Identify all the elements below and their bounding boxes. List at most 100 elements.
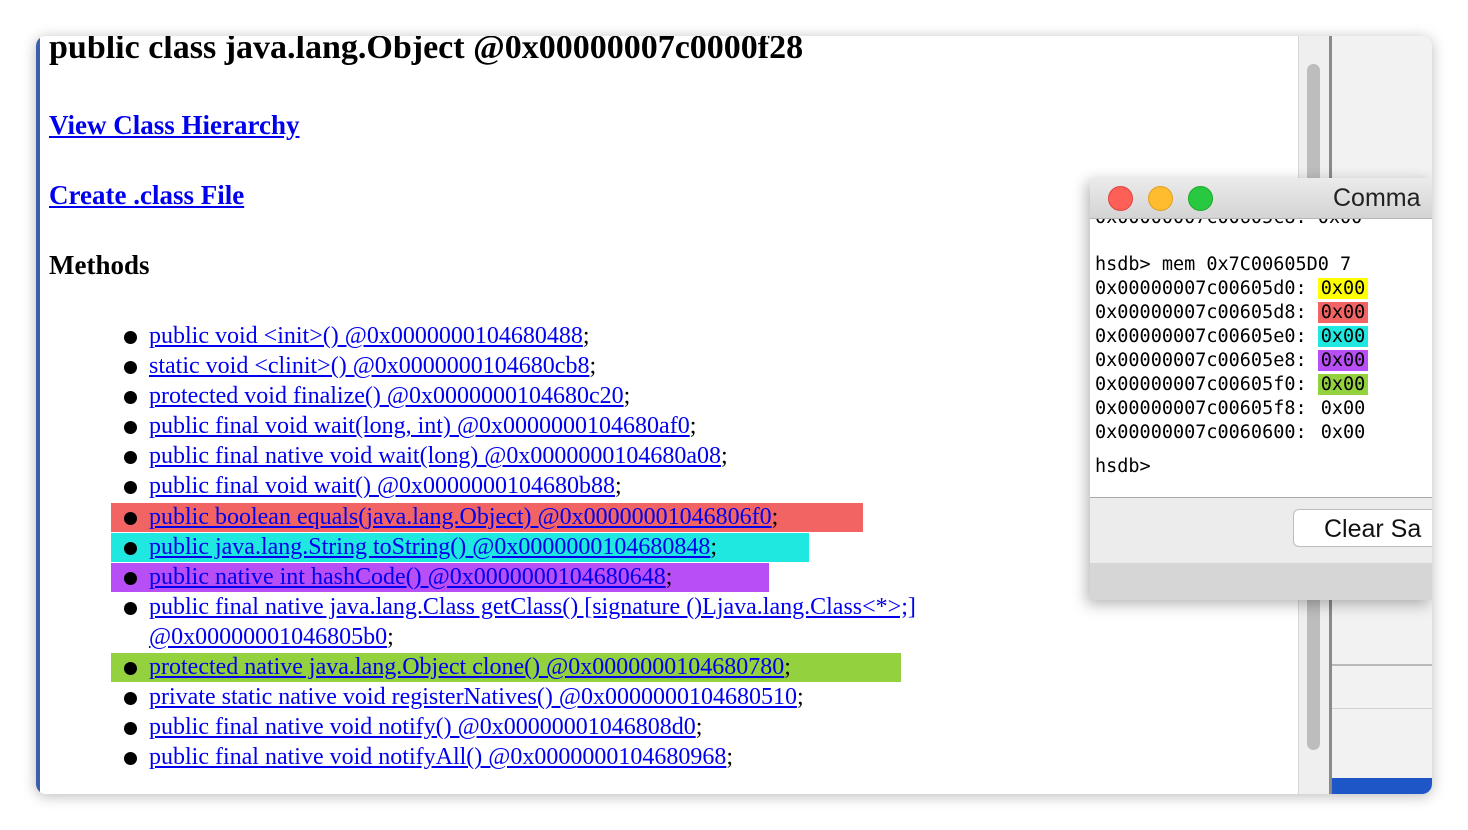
- memory-address: 0x00000007c00605d0:: [1095, 278, 1307, 299]
- zoom-button[interactable]: [1188, 186, 1213, 211]
- method-link[interactable]: public native int hashCode() @0x00000001…: [149, 564, 666, 590]
- method-item: static void <clinit>() @0x0000000104680c…: [123, 351, 1123, 381]
- methods-list: public void <init>() @0x0000000104680488…: [111, 321, 1123, 772]
- panel-divider: [1332, 664, 1432, 666]
- method-item: public boolean equals(java.lang.Object) …: [111, 502, 1123, 532]
- method-suffix: ;: [726, 744, 734, 771]
- method-item: public native int hashCode() @0x00000001…: [111, 562, 1123, 592]
- methods-heading: Methods: [49, 250, 150, 280]
- terminal-clipped-line: 0x00000007c00605c8: 0x00: [1095, 219, 1362, 228]
- method-link[interactable]: static void <clinit>() @0x0000000104680c…: [149, 353, 589, 379]
- bullet-icon: [124, 391, 137, 405]
- window-left-border: [36, 36, 40, 794]
- method-link[interactable]: public java.lang.String toString() @0x00…: [149, 534, 710, 560]
- bullet-icon: [124, 511, 137, 525]
- memory-row: 0x00000007c00605e8: 0x00: [1095, 349, 1369, 373]
- command-window: Comma 0x00000007c00605c8: 0x00 hsdb> mem…: [1090, 178, 1432, 600]
- method-suffix: ;: [710, 533, 718, 560]
- method-suffix: ;: [695, 714, 703, 741]
- bullet-icon: [124, 722, 137, 736]
- method-item: public final native void wait(long) @0x0…: [123, 441, 1123, 471]
- bullet-icon: [124, 481, 137, 495]
- method-link[interactable]: public final native java.lang.Class getC…: [149, 594, 916, 650]
- method-link[interactable]: public final native void notifyAll() @0x…: [149, 744, 726, 770]
- create-class-file-link[interactable]: Create .class File: [49, 178, 244, 212]
- memory-row: 0x00000007c00605e0: 0x00: [1095, 325, 1369, 349]
- method-link[interactable]: public final native void wait(long) @0x0…: [149, 443, 721, 469]
- memory-value: 0x00: [1320, 398, 1366, 419]
- method-item: public final native java.lang.Class getC…: [123, 592, 1099, 652]
- method-item: protected native java.lang.Object clone(…: [111, 652, 1123, 683]
- method-suffix: ;: [771, 503, 779, 530]
- method-link[interactable]: protected native java.lang.Object clone(…: [149, 654, 784, 680]
- memory-row: 0x00000007c00605f8: 0x00: [1095, 397, 1368, 421]
- method-item: public java.lang.String toString() @0x00…: [111, 532, 1123, 562]
- memory-row: 0x00000007c00605d8: 0x00: [1095, 301, 1369, 325]
- method-item: public final void wait(long, int) @0x000…: [123, 411, 1123, 441]
- bullet-icon: [124, 752, 137, 766]
- memory-row: 0x00000007c00605f0: 0x00: [1095, 373, 1369, 397]
- memory-value: 0x00: [1317, 302, 1369, 323]
- method-item: private static native void registerNativ…: [123, 682, 1123, 712]
- method-item: public final native void notify() @0x000…: [123, 712, 1123, 742]
- command-window-titlebar[interactable]: Comma: [1090, 178, 1432, 219]
- method-suffix: ;: [784, 654, 791, 681]
- terminal-output[interactable]: 0x00000007c00605c8: 0x00 hsdb> mem 0x7C0…: [1090, 219, 1432, 498]
- method-suffix: ;: [387, 623, 394, 650]
- memory-row: 0x00000007c00605d0: 0x00: [1095, 277, 1369, 301]
- method-suffix: ;: [665, 563, 673, 590]
- command-window-button-bar: Clear Sa: [1090, 498, 1432, 562]
- bullet-icon: [124, 692, 137, 706]
- memory-address: 0x00000007c00605f0:: [1095, 374, 1307, 395]
- method-suffix: ;: [796, 684, 804, 711]
- clear-saved-button[interactable]: Clear Sa: [1293, 509, 1432, 547]
- bullet-icon: [124, 361, 137, 375]
- method-link[interactable]: public final void wait() @0x000000010468…: [149, 473, 615, 499]
- method-suffix: ;: [689, 413, 697, 440]
- command-window-title: Comma: [1333, 184, 1421, 212]
- method-link[interactable]: protected void finalize() @0x00000001046…: [149, 383, 624, 409]
- memory-value: 0x00: [1320, 422, 1366, 443]
- memory-row: 0x00000007c0060600: 0x00: [1095, 421, 1368, 445]
- close-button[interactable]: [1108, 186, 1133, 211]
- view-class-hierarchy-link[interactable]: View Class Hierarchy: [49, 108, 299, 142]
- memory-value: 0x00: [1317, 350, 1369, 371]
- method-suffix: ;: [623, 383, 631, 410]
- bullet-icon: [124, 421, 137, 435]
- app-frame: public class java.lang.Object @0x0000000…: [36, 36, 1432, 794]
- panel-divider-secondary: [1332, 708, 1432, 709]
- memory-address: 0x00000007c00605f8:: [1095, 398, 1307, 419]
- bullet-icon: [124, 541, 137, 555]
- command-window-footer: [1090, 563, 1432, 600]
- method-link[interactable]: public void <init>() @0x0000000104680488: [149, 323, 583, 349]
- memory-value: 0x00: [1317, 374, 1369, 395]
- method-link[interactable]: public final native void notify() @0x000…: [149, 714, 696, 740]
- method-suffix: ;: [582, 323, 590, 349]
- memory-value: 0x00: [1317, 326, 1369, 347]
- memory-address: 0x00000007c00605e0:: [1095, 326, 1307, 347]
- bullet-icon: [124, 571, 137, 585]
- bullet-icon: [124, 451, 137, 465]
- bullet-icon: [124, 601, 137, 615]
- method-link[interactable]: private static native void registerNativ…: [149, 684, 797, 710]
- method-suffix: ;: [589, 353, 597, 380]
- method-item: public void <init>() @0x0000000104680488…: [123, 321, 1123, 351]
- method-link[interactable]: public final void wait(long, int) @0x000…: [149, 413, 690, 439]
- terminal-prompt[interactable]: hsdb>: [1095, 455, 1151, 479]
- selection-bar: [1332, 778, 1432, 794]
- bullet-icon: [124, 331, 137, 344]
- method-suffix: ;: [615, 473, 622, 500]
- method-item: protected void finalize() @0x00000001046…: [123, 381, 1123, 411]
- bullet-icon: [124, 662, 137, 676]
- method-link[interactable]: public boolean equals(java.lang.Object) …: [149, 504, 772, 530]
- memory-address: 0x00000007c00605e8:: [1095, 350, 1307, 371]
- minimize-button[interactable]: [1148, 186, 1173, 211]
- memory-address: 0x00000007c00605d8:: [1095, 302, 1307, 323]
- memory-value: 0x00: [1317, 278, 1369, 299]
- terminal-command-line: hsdb> mem 0x7C00605D0 7: [1095, 254, 1352, 275]
- memory-address: 0x00000007c0060600:: [1095, 422, 1307, 443]
- method-item: public final void wait() @0x000000010468…: [123, 471, 1123, 501]
- method-item: public final native void notifyAll() @0x…: [123, 742, 1123, 772]
- page-title: public class java.lang.Object @0x0000000…: [49, 36, 804, 66]
- method-suffix: ;: [721, 443, 728, 470]
